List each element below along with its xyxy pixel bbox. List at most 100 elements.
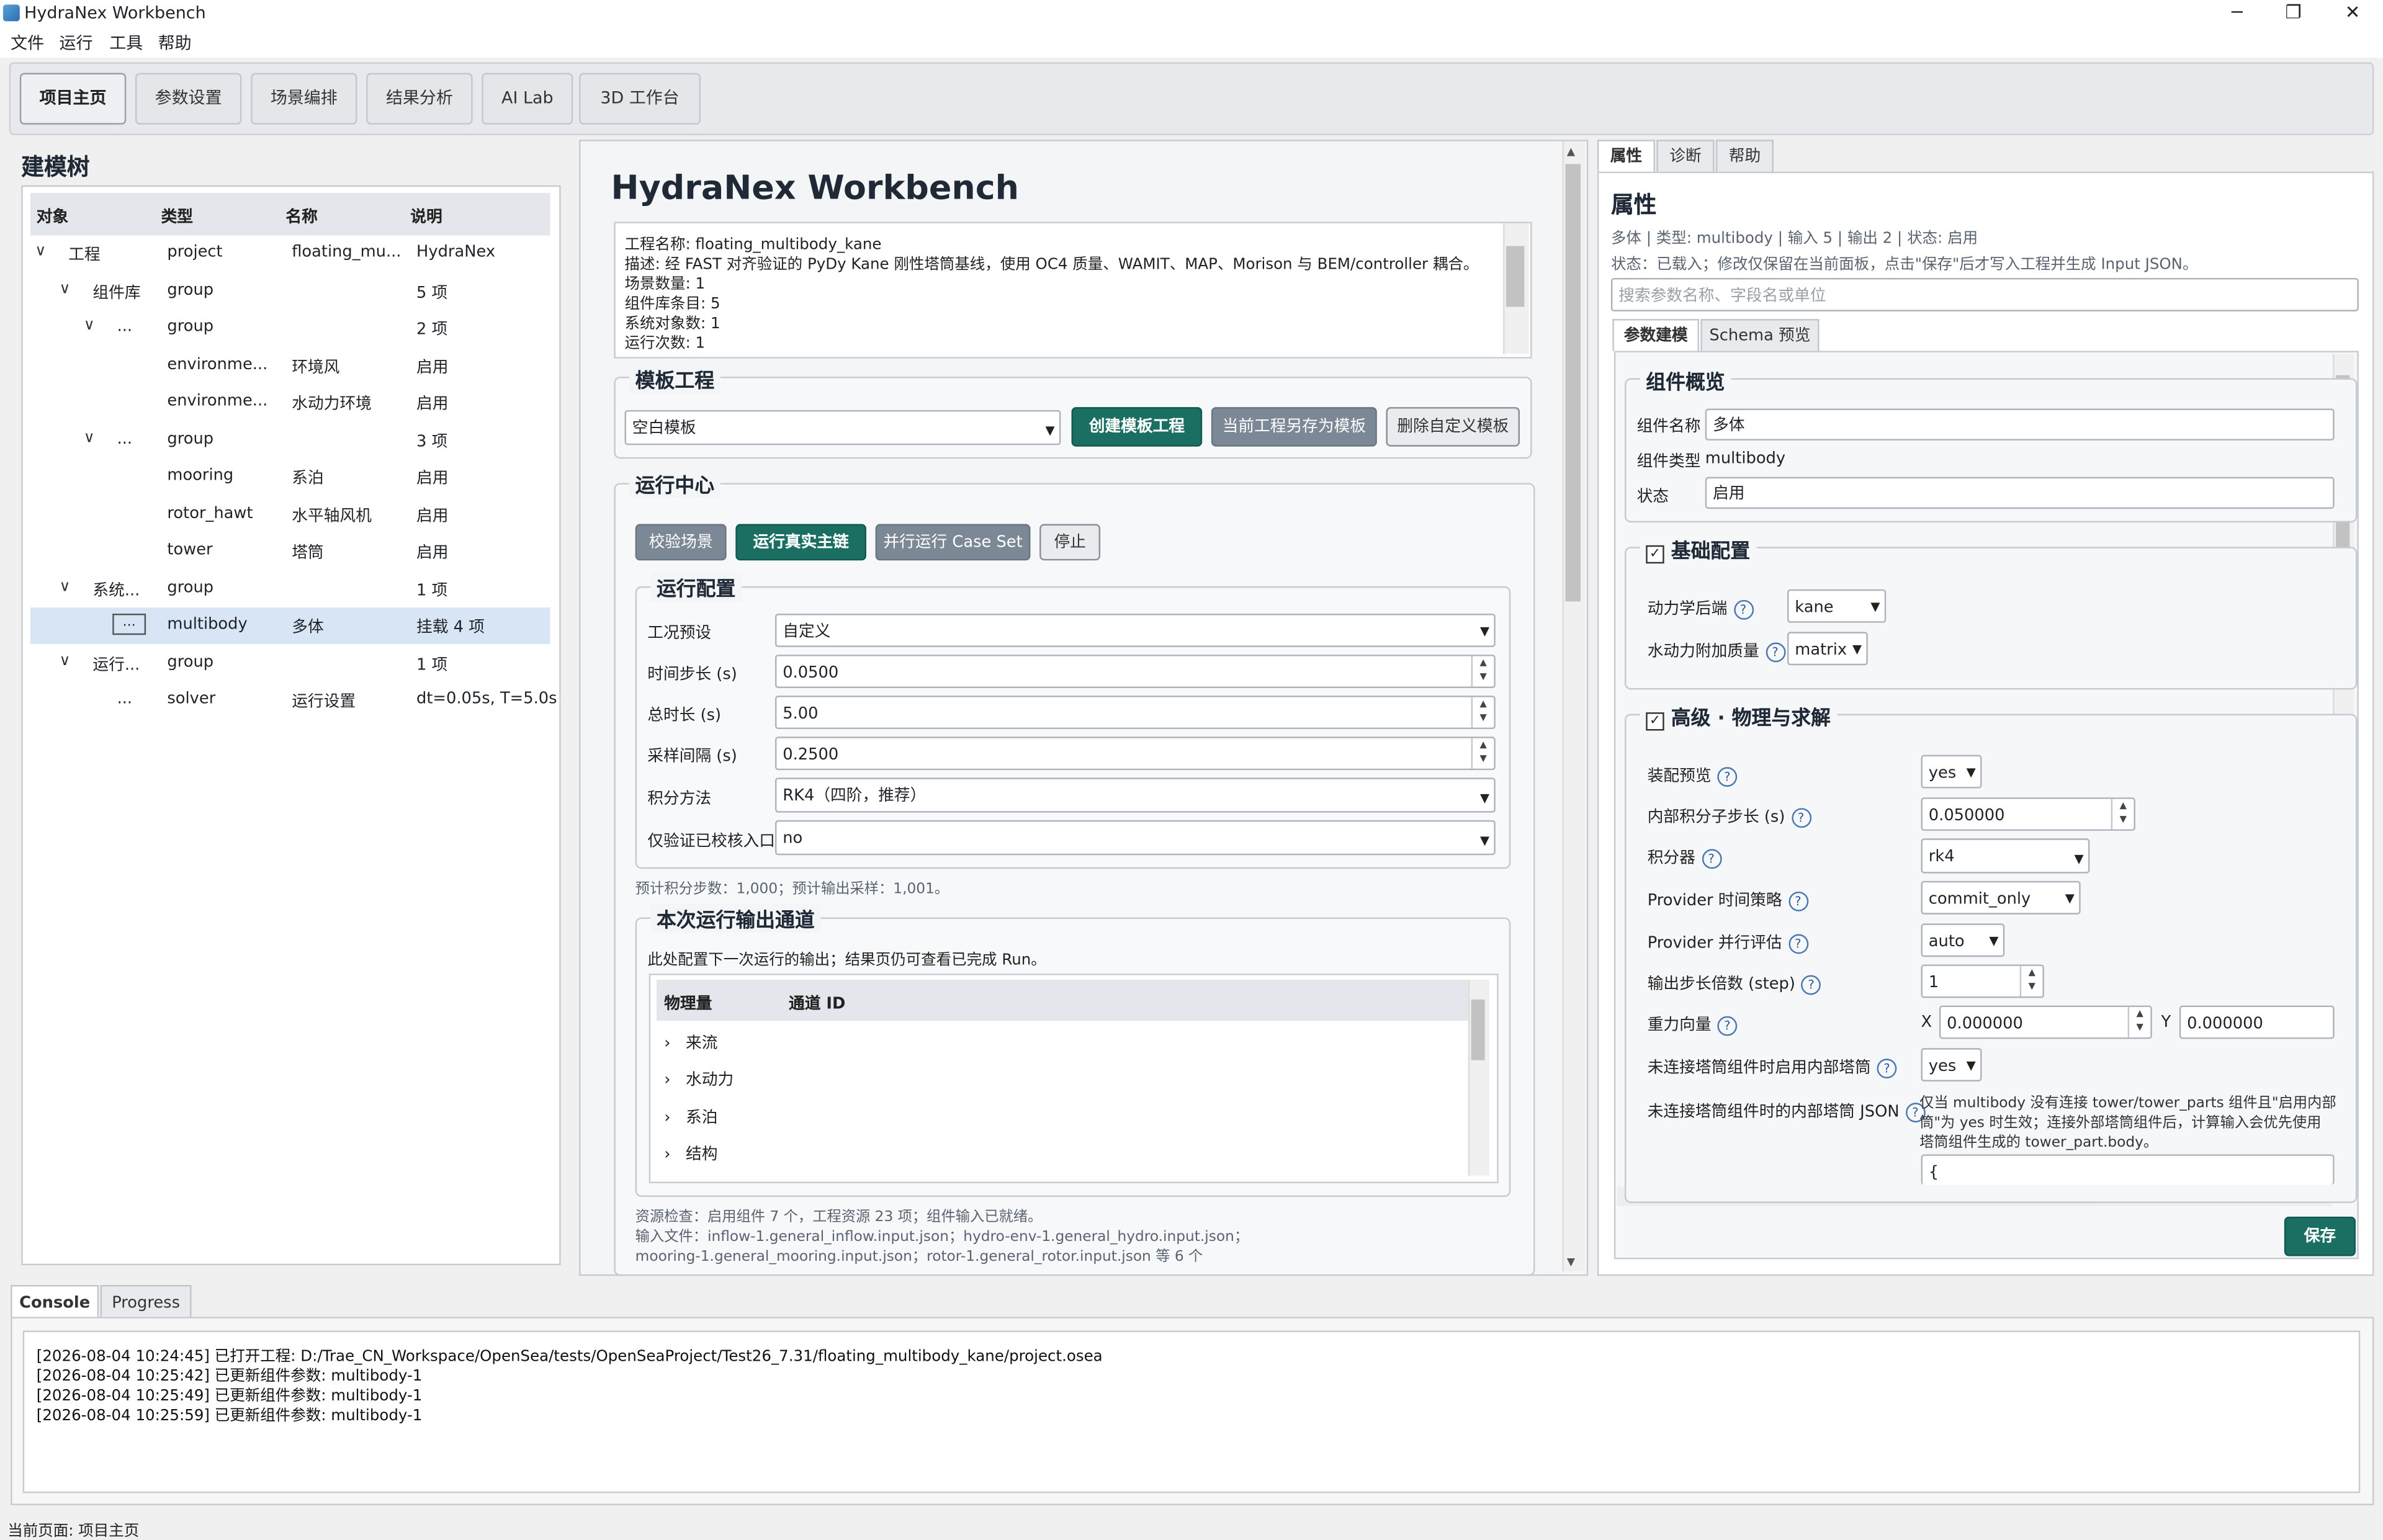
help-icon[interactable]: ? (1788, 890, 1808, 911)
stop-button[interactable]: 停止 (1039, 524, 1101, 561)
tree-row-multibody[interactable]: ... multibody 多体 挂载 4 项 (30, 607, 550, 644)
help-icon[interactable]: ? (1791, 807, 1811, 827)
minimize-icon[interactable]: ─ (2210, 0, 2264, 27)
check-icon[interactable]: ✓ (1646, 545, 1664, 564)
chevron-right-icon[interactable]: › (664, 1071, 670, 1089)
tree-row-group-struct[interactable]: ∨ ... group 3 项 (30, 423, 550, 459)
tree-row-rotor[interactable]: rotor_hawt 水平轴风机 启用 (30, 496, 550, 533)
duration-spinbox[interactable]: 5.00 ▲ ▼ (774, 696, 1496, 730)
gravity-x-spinbox[interactable]: 0.000000 ▲ ▼ (1939, 1005, 2152, 1039)
chevron-down-icon[interactable]: ∨ (35, 243, 46, 260)
restore-icon[interactable]: ❐ (2266, 0, 2320, 27)
scroll-down-icon[interactable]: ▼ (1567, 1256, 1575, 1268)
save-button[interactable]: 保存 (2284, 1216, 2356, 1256)
close-icon[interactable]: ✕ (2325, 0, 2380, 27)
channel-row[interactable]: › 水动力 (664, 1068, 734, 1091)
delete-template-button[interactable]: 删除自定义模板 (1386, 407, 1520, 447)
verified-entry-dropdown[interactable]: no ▼ (774, 820, 1496, 856)
output-multiple-spinbox[interactable]: 1 ▲ ▼ (1921, 964, 2044, 998)
tower-json-textarea[interactable]: { (1921, 1154, 2335, 1185)
check-icon[interactable]: ✓ (1646, 712, 1664, 731)
help-icon[interactable]: ? (1701, 848, 1721, 869)
help-icon[interactable]: ? (1717, 766, 1738, 786)
chevron-down-icon[interactable]: ∨ (60, 653, 71, 670)
timestep-spinbox[interactable]: 0.0500 ▲ ▼ (774, 655, 1496, 688)
help-icon[interactable]: ? (1733, 599, 1753, 619)
channels-scrollbar-thumb[interactable] (1471, 999, 1485, 1060)
help-icon[interactable]: ? (1765, 642, 1785, 662)
channels-col-id[interactable]: 通道 ID (789, 992, 845, 1015)
basic-config-title[interactable]: ✓ 基础配置 (1640, 534, 1756, 564)
added-mass-dropdown[interactable]: matrix ▼ (1787, 632, 1868, 666)
component-name-input[interactable]: 多体 (1705, 408, 2335, 441)
menu-tools[interactable]: 工具 (109, 30, 143, 55)
param-search-input[interactable]: 搜索参数名称、字段名或单位 (1610, 277, 2359, 311)
tab-ai-lab[interactable]: AI Lab (482, 73, 573, 125)
preset-dropdown[interactable]: 自定义 ▼ (774, 613, 1496, 647)
component-state-input[interactable]: 启用 (1705, 477, 2335, 509)
tree-row-mooring[interactable]: mooring 系泊 启用 (30, 459, 550, 495)
tab-scenario[interactable]: 场景编排 (251, 73, 357, 125)
spin-arrows-icon[interactable]: ▲ ▼ (2111, 799, 2134, 830)
channel-row[interactable]: › 来流 (664, 1031, 717, 1054)
tree-col-desc[interactable]: 说明 (410, 205, 442, 228)
tab-help[interactable]: 帮助 (1715, 140, 1774, 172)
tree-row-tower[interactable]: tower 塔筒 启用 (30, 533, 550, 570)
scroll-up-icon[interactable]: ▲ (1567, 146, 1575, 158)
advanced-title[interactable]: ✓ 高级 · 物理与求解 (1640, 701, 1837, 731)
tree-row-group-env[interactable]: ∨ ... group 2 项 (30, 310, 550, 346)
tab-parameters[interactable]: 参数设置 (135, 73, 242, 125)
help-icon[interactable]: ? (1877, 1058, 1897, 1078)
tab-console[interactable]: Console (11, 1285, 99, 1320)
spin-arrows-icon[interactable]: ▲ ▼ (2019, 965, 2043, 996)
validate-scenario-button[interactable]: 校验场景 (635, 524, 727, 561)
channel-row[interactable]: › 结构 (664, 1142, 717, 1165)
channel-row[interactable]: › 系泊 (664, 1106, 717, 1129)
chevron-down-icon[interactable]: ∨ (60, 579, 71, 596)
tree-row-project[interactable]: ∨ 工程 project floating_mu... HydraNex (30, 235, 550, 272)
save-as-template-button[interactable]: 当前工程另存为模板 (1211, 407, 1377, 447)
chevron-right-icon[interactable]: › (664, 1109, 670, 1127)
tree-row-wind[interactable]: environme... 环境风 启用 (30, 348, 550, 385)
parallel-run-button[interactable]: 并行运行 Case Set (875, 524, 1031, 561)
chevron-right-icon[interactable]: › (664, 1145, 670, 1163)
assembly-preview-dropdown[interactable]: yes ▼ (1921, 754, 1982, 789)
tree-row-run[interactable]: ∨ 运行... group 1 项 (30, 645, 550, 682)
template-select[interactable]: 空白模板 ▼ (624, 410, 1061, 445)
create-template-button[interactable]: 创建模板工程 (1071, 407, 1203, 447)
chevron-down-icon[interactable]: ∨ (84, 430, 95, 447)
chevron-down-icon[interactable]: ∨ (60, 281, 71, 298)
tree-cell-object[interactable]: ... (112, 613, 146, 635)
spin-arrows-icon[interactable]: ▲ ▼ (1471, 656, 1494, 687)
tab-project-home[interactable]: 项目主页 (19, 73, 127, 125)
backend-dropdown[interactable]: kane ▼ (1787, 589, 1887, 623)
chevron-right-icon[interactable]: › (664, 1034, 670, 1052)
gravity-y-spinbox[interactable]: 0.000000 (2179, 1005, 2335, 1039)
sample-interval-spinbox[interactable]: 0.2500 ▲ ▼ (774, 736, 1496, 771)
chevron-down-icon[interactable]: ∨ (84, 318, 95, 334)
internal-tower-dropdown[interactable]: yes ▼ (1921, 1048, 1982, 1081)
info-scrollbar-thumb[interactable] (1506, 246, 1525, 307)
provider-time-dropdown[interactable]: commit_only ▼ (1921, 880, 2081, 915)
tree-col-object[interactable]: 对象 (37, 205, 68, 228)
subtab-schema-preview[interactable]: Schema 预览 (1700, 319, 1820, 351)
integrator-dropdown[interactable]: rk4 ▼ (1921, 838, 2090, 874)
tab-3d-workbench[interactable]: 3D 工作台 (579, 73, 701, 125)
channels-col-quantity[interactable]: 物理量 (664, 992, 712, 1015)
tab-properties[interactable]: 属性 (1597, 140, 1655, 172)
help-icon[interactable]: ? (1801, 974, 1821, 995)
help-icon[interactable]: ? (1788, 933, 1808, 954)
spin-arrows-icon[interactable]: ▲ ▼ (1471, 738, 1494, 769)
tree-col-name[interactable]: 名称 (285, 205, 317, 228)
substep-spinbox[interactable]: 0.050000 ▲ ▼ (1921, 797, 2135, 831)
menu-file[interactable]: 文件 (11, 30, 44, 55)
help-icon[interactable]: ? (1717, 1015, 1738, 1036)
tab-results[interactable]: 结果分析 (366, 73, 473, 125)
menu-help[interactable]: 帮助 (158, 30, 192, 55)
integration-method-dropdown[interactable]: RK4（四阶，推荐） ▼ (774, 777, 1496, 813)
menu-run[interactable]: 运行 (60, 30, 93, 55)
tree-row-solver[interactable]: ... solver 运行设置 dt=0.05s, T=5.0s (30, 682, 557, 719)
tree-row-hydro-env[interactable]: environme... 水动力环境 启用 (30, 384, 550, 421)
tree-row-system[interactable]: ∨ 系统... group 1 项 (30, 571, 550, 607)
tree-row-library[interactable]: ∨ 组件库 group 5 项 (30, 274, 550, 310)
